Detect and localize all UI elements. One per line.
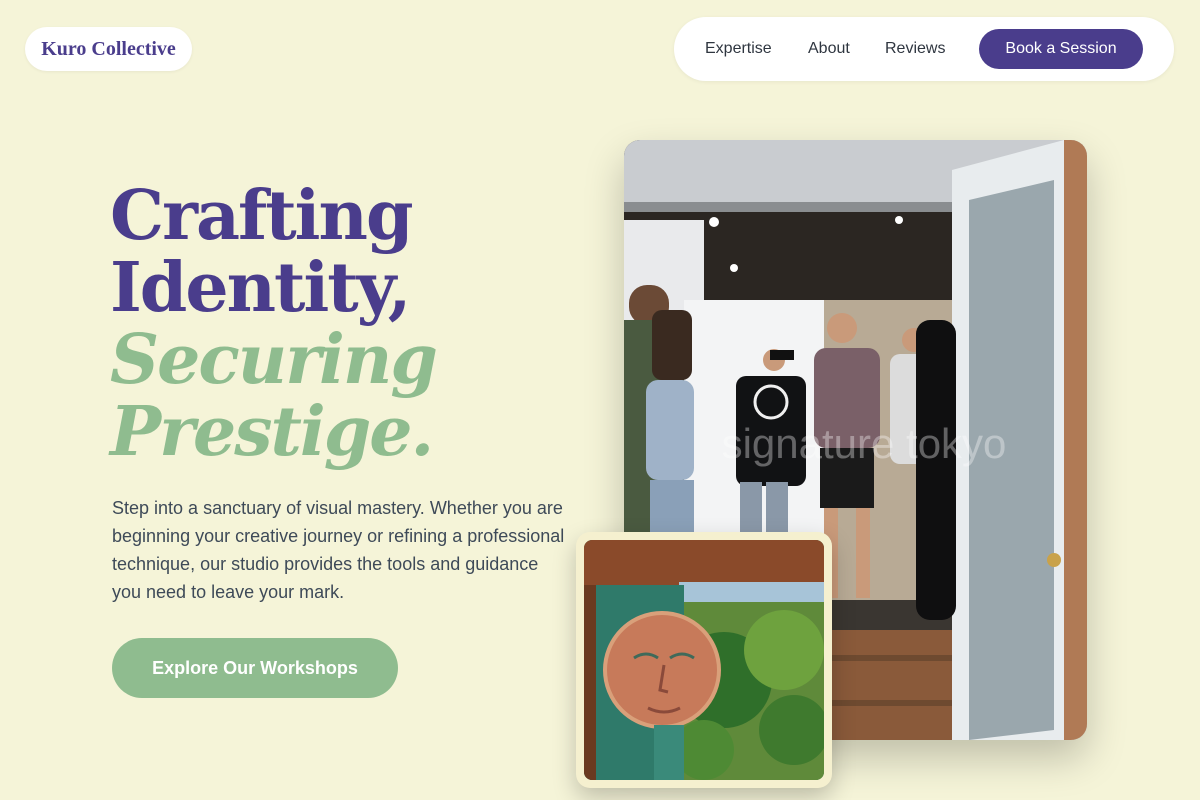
headline-line-2: Identity, <box>110 248 411 328</box>
explore-workshops-button[interactable]: Explore Our Workshops <box>112 638 398 698</box>
mural-photo-illustration <box>584 540 824 780</box>
nav-link-about[interactable]: About <box>808 39 850 59</box>
mural-photo-frame <box>576 532 832 788</box>
top-nav: Expertise About Reviews Book a Session <box>674 17 1174 81</box>
hero-intro: Step into a sanctuary of visual mastery.… <box>112 498 565 602</box>
nav-link-reviews[interactable]: Reviews <box>885 39 945 59</box>
hero-headline: Crafting Identity, Securing Prestige. <box>110 176 438 472</box>
nav-link-expertise[interactable]: Expertise <box>705 39 772 59</box>
mural-photo <box>584 540 824 780</box>
image-watermark: signature tokyo <box>722 420 1007 467</box>
headline-line-3: Securing <box>110 320 438 400</box>
headline-line-4: Prestige. <box>110 392 434 472</box>
brand-name: Kuro Collective <box>41 37 176 60</box>
headline-line-1: Crafting <box>110 176 413 256</box>
brand-logo[interactable]: Kuro Collective <box>25 27 192 71</box>
book-session-button[interactable]: Book a Session <box>979 29 1143 69</box>
